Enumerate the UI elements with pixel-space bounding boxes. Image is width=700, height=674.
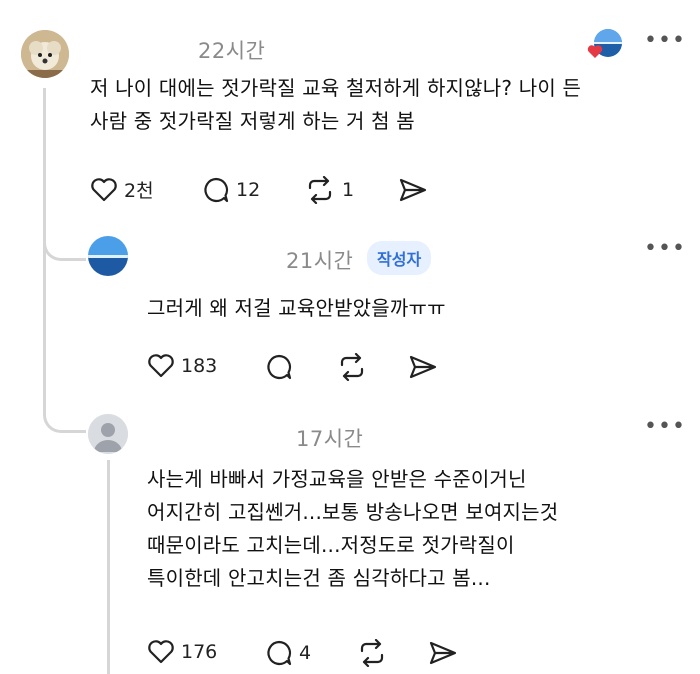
repost-icon [340,353,364,381]
heart-icon [91,177,117,201]
more-dots-icon[interactable]: ••• [644,416,686,438]
like-button[interactable]: 176 [147,639,217,665]
repost-button[interactable] [336,353,368,381]
more-dots-icon[interactable]: ••• [644,238,686,260]
reply-button[interactable]: 4 [265,639,311,667]
repost-count: 1 [342,179,355,201]
like-button[interactable]: 183 [147,353,217,379]
thread-line [107,460,110,674]
heart-reaction-icon [587,45,603,58]
comment-time: 22시간 [198,39,266,63]
send-icon[interactable] [408,354,438,380]
avatar[interactable] [21,30,69,78]
comment-text: 그러게 왜 저걸 교육안받았을까ㅠㅠ [147,296,446,320]
author-badge: 작성자 [367,241,432,275]
avatar[interactable] [88,236,128,276]
reply-button[interactable]: 12 [202,176,260,204]
comment-text: 사는게 바빠서 가정교육을 안받은 수준이거닌 어지간히 고집쎈거...보통 방… [147,467,559,590]
default-user-icon [88,414,128,454]
like-button[interactable]: 2천 [90,176,154,203]
reply-count: 12 [236,179,261,201]
send-icon[interactable] [428,640,458,666]
thread-connector [43,390,86,433]
repost-button[interactable] [356,639,388,667]
heart-icon [148,354,174,378]
repost-icon [360,639,384,667]
comment-bubble-icon [267,354,292,380]
avatar[interactable] [88,414,128,454]
reply-count: 4 [299,642,312,664]
more-dots-icon[interactable]: ••• [644,30,686,52]
reply-button[interactable] [265,353,293,381]
comment-bubble-icon [204,177,229,203]
like-count: 2천 [124,180,154,202]
thread-connector [43,230,86,261]
repost-button[interactable]: 1 [304,176,354,204]
heart-icon [148,640,174,664]
comment-time: 21시간 [286,249,354,273]
comment-bubble-icon [267,640,292,666]
comment-text: 저 나이 대에는 젓가락질 교육 철저하게 하지않나? 나이 든 사람 중 젓가… [90,76,582,133]
comment-time: 17시간 [296,427,364,451]
send-icon[interactable] [398,177,428,203]
like-count: 176 [181,641,218,663]
dog-avatar-icon [21,30,69,78]
repost-icon [308,176,332,204]
sea-avatar-icon [88,236,128,276]
like-count: 183 [181,355,218,377]
